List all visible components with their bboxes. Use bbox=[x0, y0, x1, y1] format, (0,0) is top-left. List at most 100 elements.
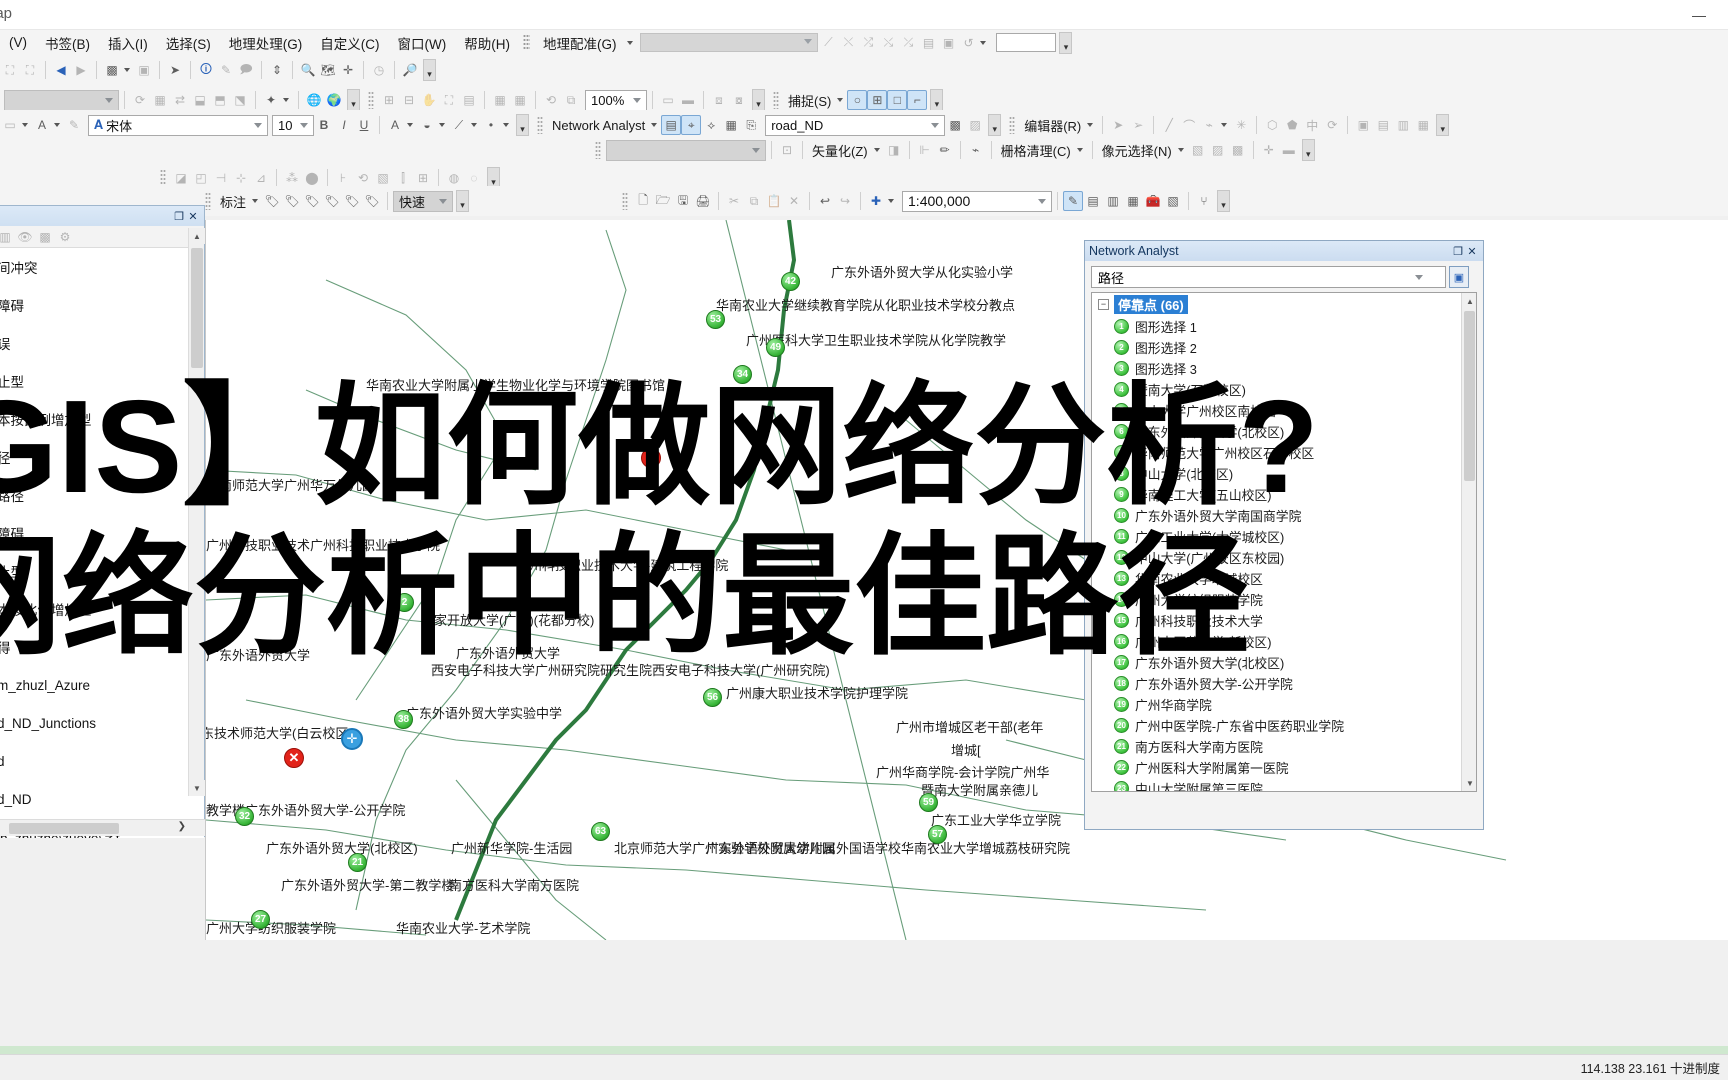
list-item[interactable]: 18广东外语外贸大学-公开学院 bbox=[1092, 673, 1476, 694]
catalog-window-icon[interactable]: ▥ bbox=[1103, 191, 1123, 211]
page-zoom-in-icon[interactable]: ⊞ bbox=[379, 90, 399, 110]
list-item[interactable]: 22广州医科大学附属第一医院 bbox=[1092, 757, 1476, 778]
list-item[interactable]: 7华南师范大学广州校区石牌校区 bbox=[1092, 442, 1476, 463]
save-document-icon[interactable]: 🖫 bbox=[673, 191, 693, 211]
list-by-visibility-icon[interactable]: 👁 bbox=[15, 227, 35, 247]
list-item[interactable]: 6广东外语外贸大学(北校区) bbox=[1092, 421, 1476, 442]
font-family-combo[interactable]: 𝐀 宋体 bbox=[88, 115, 268, 136]
zoom-level-combo[interactable]: 100% bbox=[585, 90, 647, 111]
rotate-link-icon[interactable]: ⤮ bbox=[858, 33, 878, 53]
map-stop-marker[interactable]: 56 bbox=[703, 688, 722, 707]
select-pointer-icon[interactable]: ➤ bbox=[165, 60, 185, 80]
paste-icon[interactable]: 📋 bbox=[764, 191, 784, 211]
focus-data-frame-icon[interactable]: ⧈ bbox=[709, 90, 729, 110]
toc-row[interactable]: m_zhuzl_Azure bbox=[0, 666, 204, 704]
marker-color-icon[interactable]: • bbox=[481, 115, 501, 135]
arctoolbox-icon[interactable]: 🧰 bbox=[1143, 191, 1163, 211]
toc-vertical-scrollbar[interactable]: ▲ ▼ bbox=[188, 228, 204, 796]
straight-segment-icon[interactable]: ╱ bbox=[1159, 115, 1179, 135]
restore-icon[interactable]: ❐ bbox=[1451, 244, 1465, 258]
select-network-location-icon[interactable]: ⟡ bbox=[701, 115, 721, 135]
bold-button[interactable]: B bbox=[314, 115, 334, 135]
remove-cells-icon[interactable]: ▬ bbox=[1279, 140, 1299, 160]
scroll-right-icon[interactable]: ❯ bbox=[178, 821, 186, 832]
trace-icon[interactable]: ⌁ bbox=[1199, 115, 1219, 135]
toolbar-overflow-button[interactable]: ▾ bbox=[347, 89, 360, 111]
menu-item-insert[interactable]: 插入(I) bbox=[99, 30, 157, 56]
toolbar-overflow-button[interactable]: ▾ bbox=[988, 114, 1001, 136]
list-item[interactable]: 21南方医科大学南方医院 bbox=[1092, 736, 1476, 757]
close-icon[interactable]: ✕ bbox=[1465, 244, 1479, 258]
zoom-in-icon[interactable]: ⛶ bbox=[0, 60, 20, 80]
toolbar-overflow-button[interactable]: ▾ bbox=[516, 114, 529, 136]
chevron-down-icon[interactable] bbox=[283, 98, 289, 102]
map-barrier-marker[interactable]: ✕ bbox=[641, 448, 661, 468]
nudge-icon[interactable]: ⬔ bbox=[230, 90, 250, 110]
scale-link-icon[interactable]: ⤯ bbox=[878, 33, 898, 53]
list-item[interactable]: 9华南理工大学(五山校区) bbox=[1092, 484, 1476, 505]
undo-icon[interactable]: ↩ bbox=[815, 191, 835, 211]
topology-error-inspector-icon[interactable]: ⬤ bbox=[302, 168, 322, 188]
toolbar-grip[interactable] bbox=[160, 169, 166, 187]
label-mode-combo[interactable]: 快速 bbox=[393, 191, 453, 212]
toc-row[interactable]: d_ND bbox=[0, 780, 204, 818]
chevron-down-icon[interactable] bbox=[874, 148, 880, 152]
toc-horizontal-scrollbar[interactable]: ❯ bbox=[0, 819, 206, 836]
list-item[interactable]: 13华南农业大学增城校区 bbox=[1092, 568, 1476, 589]
menu-item-customize[interactable]: 自定义(C) bbox=[311, 30, 388, 56]
map-stop-marker[interactable]: 59 bbox=[919, 793, 938, 812]
add-control-points-icon[interactable]: ⟋ bbox=[818, 33, 838, 53]
toc-row[interactable]: 径 bbox=[0, 438, 204, 476]
topology-align-edge-icon[interactable]: ⊹ bbox=[231, 168, 251, 188]
topology-clear-icon[interactable]: ◌ bbox=[464, 168, 484, 188]
page-refresh-icon[interactable]: ⟲ bbox=[541, 90, 561, 110]
editor-menu[interactable]: 编辑器(R) bbox=[1020, 116, 1085, 135]
line-color-icon[interactable]: ⟋ bbox=[449, 115, 469, 135]
map-barrier-marker[interactable]: ✕ bbox=[284, 748, 304, 768]
chevron-down-icon[interactable] bbox=[1178, 148, 1184, 152]
list-item[interactable]: 1图形选择 1 bbox=[1092, 316, 1476, 337]
list-item[interactable]: 5中山大学广州校区南校园 bbox=[1092, 400, 1476, 421]
edit-more4-icon[interactable]: ▦ bbox=[1413, 115, 1433, 135]
map-stop-marker[interactable]: 27 bbox=[251, 910, 270, 929]
na-directions-icon[interactable]: ⎘ bbox=[741, 115, 761, 135]
toolbar-overflow-button[interactable]: ▾ bbox=[1059, 32, 1072, 54]
undo-georef-icon[interactable]: ↺ bbox=[958, 33, 978, 53]
page-pan-icon[interactable]: ✋ bbox=[419, 90, 439, 110]
chevron-down-icon[interactable] bbox=[471, 123, 477, 127]
toolbar-overflow-button[interactable]: ▾ bbox=[1302, 139, 1315, 161]
find-route-icon[interactable]: 🗺 bbox=[318, 60, 338, 80]
menu-item-help[interactable]: 帮助(H) bbox=[455, 30, 519, 56]
toc-layer-list[interactable]: 间冲突 障碍 误 止型 本按比例增加型 径 路径 障碍 止型 本按比例增加型 得… bbox=[0, 248, 204, 838]
snap-point-icon[interactable]: ○ bbox=[847, 90, 867, 110]
network-analyst-menu[interactable]: Network Analyst bbox=[548, 118, 649, 133]
topology-construct-features-icon[interactable]: ⊦ bbox=[333, 168, 353, 188]
snap-vertex-icon[interactable]: □ bbox=[887, 90, 907, 110]
modelbuilder-icon[interactable]: ⑂ bbox=[1194, 191, 1214, 211]
topology-planarize-icon[interactable]: ⟲ bbox=[353, 168, 373, 188]
toolbar-overflow-button[interactable]: ▾ bbox=[1217, 190, 1230, 212]
close-icon[interactable]: ✕ bbox=[186, 209, 200, 223]
chevron-down-icon[interactable] bbox=[439, 123, 445, 127]
toc-window-icon[interactable]: ▤ bbox=[1083, 191, 1103, 211]
time-slider-icon[interactable]: ◷ bbox=[369, 60, 389, 80]
construct-polygon-icon[interactable]: ⬡ bbox=[1262, 115, 1282, 135]
scrollbar-thumb[interactable] bbox=[191, 248, 203, 368]
split-icon[interactable]: ✳ bbox=[1231, 115, 1251, 135]
page-percent-icon[interactable]: ▤ bbox=[459, 90, 479, 110]
chevron-down-icon[interactable] bbox=[980, 41, 986, 45]
attribute-table-icon[interactable]: ▣ bbox=[938, 33, 958, 53]
toc-row[interactable]: 路径 bbox=[0, 476, 204, 514]
toolbar-grip[interactable] bbox=[773, 91, 779, 109]
list-item[interactable]: 2图形选择 2 bbox=[1092, 337, 1476, 358]
chevron-down-icon[interactable] bbox=[1087, 123, 1093, 127]
add-data-icon[interactable]: ✚ bbox=[866, 191, 886, 211]
list-item[interactable]: 14广州大学纺织服装学院 bbox=[1092, 589, 1476, 610]
toc-row[interactable]: 障碍 bbox=[0, 514, 204, 552]
page-zoom-out-icon[interactable]: ⊟ bbox=[399, 90, 419, 110]
group-icon[interactable]: ▦ bbox=[150, 90, 170, 110]
label-lock-icon[interactable]: 🏷 bbox=[362, 191, 382, 211]
mirror-icon[interactable]: 中 bbox=[1302, 115, 1322, 135]
toolbar-overflow-button[interactable]: ▾ bbox=[930, 89, 943, 111]
toolbar-overflow-button[interactable]: ▾ bbox=[456, 190, 469, 212]
